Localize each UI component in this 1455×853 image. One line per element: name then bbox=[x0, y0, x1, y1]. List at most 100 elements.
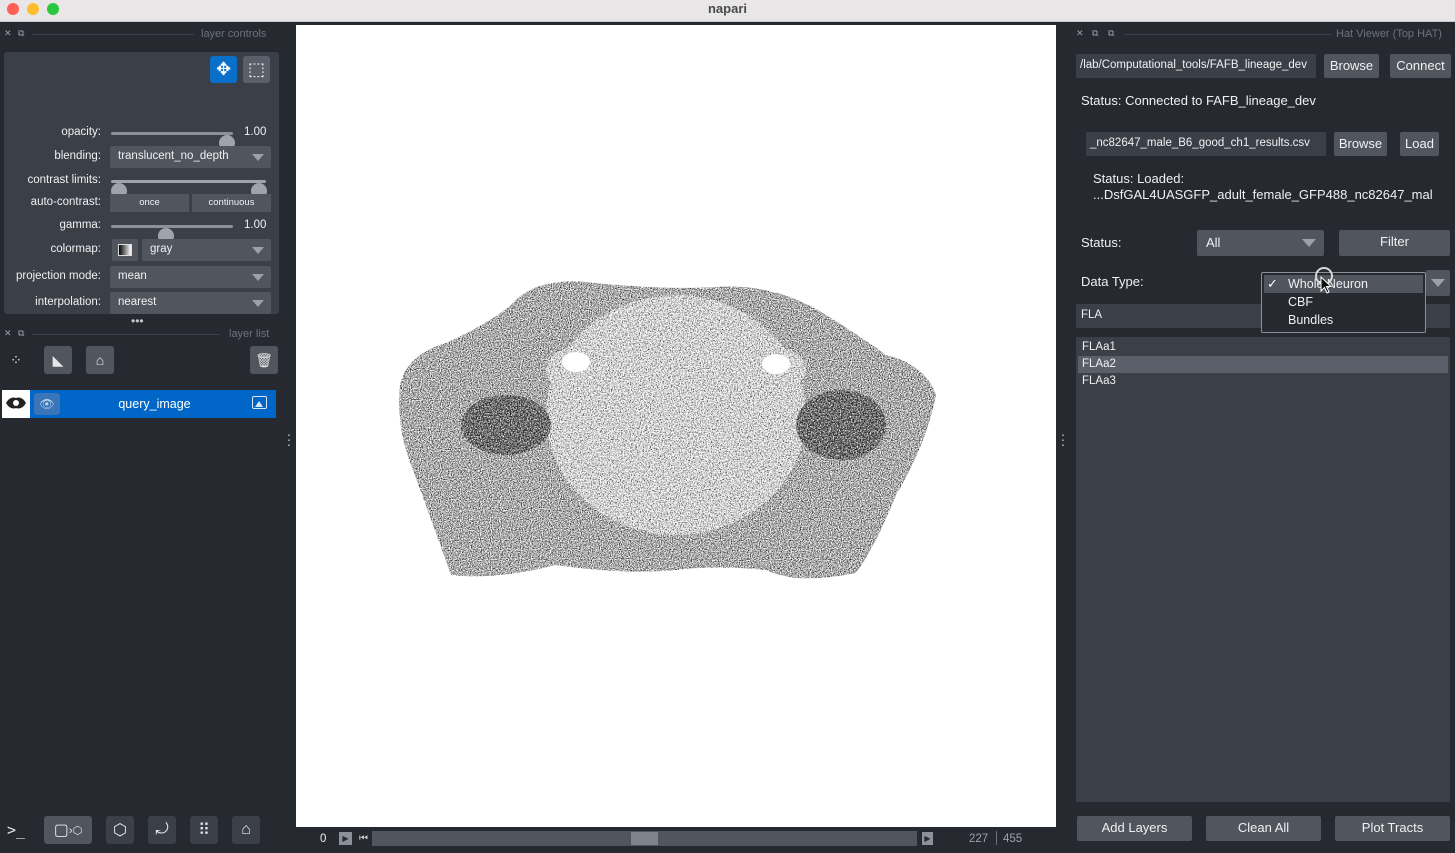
plot-tracts-button[interactable]: Plot Tracts bbox=[1335, 816, 1450, 841]
float-dock-icon[interactable]: ⧉ bbox=[1092, 28, 1098, 39]
grid-view-button[interactable]: ⠿ bbox=[190, 816, 218, 844]
close-dock-icon[interactable]: ✕ bbox=[1076, 28, 1084, 39]
projection-mode-select[interactable]: mean bbox=[110, 266, 271, 288]
hat-viewer-title: Hat Viewer (Top HAT) bbox=[1336, 28, 1442, 40]
console-button[interactable]: >_ bbox=[2, 816, 30, 844]
trash-icon: 🗑 bbox=[255, 351, 273, 368]
float-dock-icon[interactable]: ⧉ bbox=[18, 328, 24, 339]
status-select[interactable]: All bbox=[1197, 230, 1324, 256]
close-dock-icon[interactable]: ✕ bbox=[4, 28, 12, 39]
gamma-row: gamma: 1.00 bbox=[4, 215, 279, 244]
contrast-limits-slider[interactable] bbox=[111, 180, 267, 199]
transform-icon: ⬚ bbox=[247, 59, 265, 79]
step-forward-icon: ▶ bbox=[924, 834, 931, 843]
reset-view-button[interactable]: ⌂ bbox=[232, 816, 260, 844]
auto-contrast-row: auto-contrast: once continuous bbox=[4, 194, 279, 216]
db-browse-button[interactable]: Browse bbox=[1324, 54, 1379, 78]
layer-controls-panel: ✥ ⬚ opacity: 1.00 blending: translucent_… bbox=[4, 52, 279, 314]
list-item[interactable]: FLAa3 bbox=[1078, 373, 1448, 390]
contrast-limits-row: contrast limits: bbox=[4, 170, 279, 199]
new-labels-layer-button[interactable]: ⌂ bbox=[86, 346, 114, 374]
tag-icon: ⌂ bbox=[95, 352, 105, 368]
dim-index: 0 bbox=[320, 833, 327, 845]
transform-mode-button[interactable]: ⬚ bbox=[243, 56, 270, 83]
new-points-layer-button[interactable]: ⁘ bbox=[2, 346, 30, 374]
play-icon: ▶ bbox=[342, 834, 349, 843]
chevron-down-icon bbox=[252, 300, 264, 307]
auto-contrast-continuous-button[interactable]: continuous bbox=[192, 194, 271, 212]
rotate-icon: ⤾ bbox=[155, 821, 169, 838]
gamma-label: gamma: bbox=[59, 219, 101, 231]
right-splitter-handle-icon[interactable]: · · · bbox=[1060, 427, 1066, 451]
layer-controls-header: ✕ ⧉ layer controls bbox=[0, 25, 280, 43]
window-titlebar: napari bbox=[0, 0, 1455, 22]
list-item[interactable]: FLAa1 bbox=[1078, 339, 1448, 356]
step-forward-button[interactable]: ▶ bbox=[922, 832, 933, 845]
terminal-icon: >_ bbox=[6, 821, 26, 839]
auto-contrast-label: auto-contrast: bbox=[30, 196, 101, 208]
csv-browse-button[interactable]: Browse bbox=[1334, 132, 1387, 156]
image-layer-icon bbox=[252, 396, 267, 409]
status-select-value: All bbox=[1206, 235, 1221, 250]
cube-icon: ⬡ bbox=[113, 822, 127, 839]
transpose-dimensions-button[interactable]: ⤾ bbox=[148, 816, 176, 844]
data-type-option-cbf[interactable]: CBF bbox=[1264, 293, 1423, 311]
load-status-value: ...DsfGAL4UASGFP_adult_female_GFP488_nc8… bbox=[1093, 187, 1433, 202]
delete-layer-button[interactable]: 🗑 bbox=[250, 346, 278, 374]
connect-button[interactable]: Connect bbox=[1390, 54, 1451, 78]
load-button[interactable]: Load bbox=[1400, 132, 1439, 156]
step-back-icon[interactable]: ⏮ bbox=[359, 833, 368, 844]
eye-icon[interactable]: 👁 bbox=[34, 393, 60, 415]
new-shapes-layer-button[interactable]: ◣ bbox=[44, 346, 72, 374]
add-layers-button[interactable]: Add Layers bbox=[1077, 816, 1192, 841]
chevron-down-icon bbox=[252, 154, 264, 161]
chevron-down-icon bbox=[252, 247, 264, 254]
filter-button[interactable]: Filter bbox=[1339, 230, 1450, 256]
colormap-select[interactable]: gray bbox=[142, 239, 271, 261]
left-splitter-handle-icon[interactable]: · · · bbox=[286, 427, 292, 451]
colormap-value: gray bbox=[150, 243, 173, 255]
projection-mode-value: mean bbox=[118, 270, 147, 282]
contrast-limits-label: contrast limits: bbox=[27, 174, 102, 186]
gamma-slider[interactable] bbox=[111, 225, 233, 244]
db-path-field[interactable]: /lab/Computational_tools/FAFB_lineage_de… bbox=[1076, 54, 1316, 78]
window-title: napari bbox=[707, 1, 747, 16]
float-dock-icon[interactable]: ⧉ bbox=[18, 28, 24, 39]
ndisplay-toggle-button[interactable]: ▢ ›⬡ bbox=[44, 816, 92, 844]
play-button[interactable]: ▶ bbox=[339, 832, 352, 845]
brain-image bbox=[399, 281, 936, 579]
data-type-option-bundles[interactable]: Bundles bbox=[1264, 311, 1423, 329]
napari-main-window: ✕ ⧉ layer controls ✥ ⬚ opacity: 1.00 ble… bbox=[0, 22, 1455, 853]
points-icon: ⁘ bbox=[10, 351, 22, 368]
projection-mode-label: projection mode: bbox=[15, 270, 101, 282]
layer-name[interactable]: query_image bbox=[62, 397, 247, 411]
csv-path-field[interactable]: _nc82647_male_B6_good_ch1_results.csv bbox=[1086, 132, 1326, 156]
clean-all-button[interactable]: Clean All bbox=[1206, 816, 1321, 841]
data-type-select[interactable] bbox=[1426, 270, 1450, 296]
dims-current-frame[interactable]: 227 bbox=[969, 833, 988, 845]
blending-select[interactable]: translucent_no_depth bbox=[110, 146, 271, 168]
opacity-slider[interactable] bbox=[111, 132, 235, 151]
home-icon: ⌂ bbox=[241, 821, 251, 838]
dims-slider[interactable] bbox=[372, 831, 917, 846]
close-dock-icon[interactable]: ✕ bbox=[4, 328, 12, 339]
chevron-down-icon bbox=[252, 274, 264, 281]
roll-dimensions-button[interactable]: ⬡ bbox=[106, 816, 134, 844]
layer-list-item[interactable]: 👁 query_image bbox=[2, 390, 276, 418]
image-canvas[interactable] bbox=[296, 25, 1056, 827]
interpolation-select[interactable]: nearest bbox=[110, 292, 271, 314]
auto-contrast-once-button[interactable]: once bbox=[110, 194, 189, 212]
data-type-option-whole-neuron[interactable]: ✓ Whole Neuron bbox=[1264, 275, 1423, 293]
results-list[interactable]: FLAa1 FLAa2 FLAa3 bbox=[1076, 337, 1450, 802]
colormap-swatch bbox=[112, 239, 138, 261]
list-item[interactable]: FLAa2 bbox=[1078, 356, 1448, 373]
mouse-pointer-icon bbox=[1320, 276, 1332, 294]
dims-slider-thumb[interactable] bbox=[631, 832, 658, 845]
move-arrows-icon: ✥ bbox=[215, 59, 232, 79]
interpolation-label: interpolation: bbox=[35, 296, 101, 308]
pan-zoom-mode-button[interactable]: ✥ bbox=[210, 56, 237, 83]
pin-icon[interactable]: ⧉ bbox=[1108, 28, 1114, 39]
interpolation-row: interpolation: nearest bbox=[4, 292, 279, 314]
layer-controls-title: layer controls bbox=[201, 28, 267, 40]
square-2d-icon: ▢ bbox=[53, 822, 69, 839]
